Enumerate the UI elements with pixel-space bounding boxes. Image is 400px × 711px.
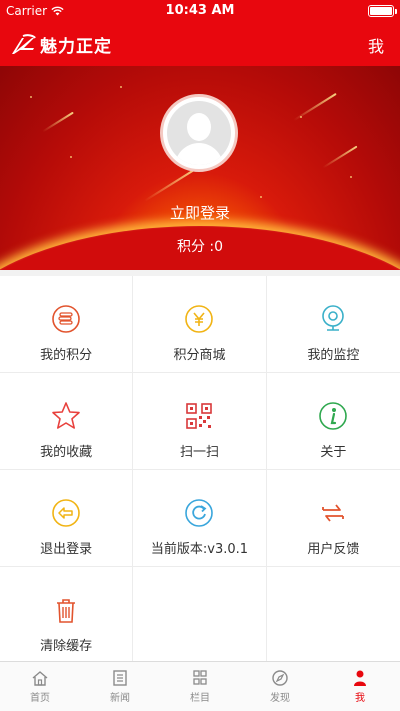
meteor-streak — [144, 168, 196, 202]
menu-row: 清除缓存 — [0, 567, 400, 664]
tab-label: 栏目 — [190, 693, 210, 704]
app-title: 魅力正定 — [40, 37, 112, 57]
exit-arrow-icon — [51, 498, 81, 528]
menu-item-about[interactable]: 关于 — [267, 373, 400, 470]
menu-item-feedback[interactable]: 用户反馈 — [267, 470, 400, 567]
compass-icon — [272, 670, 288, 686]
avatar-head — [187, 113, 211, 141]
swap-arrows-icon — [318, 498, 348, 528]
header-me-label: 我 — [367, 37, 384, 56]
star-icon — [51, 401, 81, 431]
trash-icon — [51, 595, 81, 625]
sparkle — [70, 156, 72, 158]
battery-tip — [395, 9, 397, 14]
webcam-icon — [318, 304, 348, 334]
menu-item-label: 关于 — [320, 445, 347, 460]
avatar-body — [175, 143, 223, 165]
yen-coin-icon — [184, 304, 214, 334]
app-logo: 魅力正定 — [10, 32, 112, 57]
meteor-streak — [293, 92, 337, 122]
clock: 10:43 AM — [165, 3, 235, 18]
menu-item-scan[interactable]: 扫一扫 — [133, 373, 267, 470]
meteor-streak — [322, 145, 358, 169]
menu-row: 我的收藏 扫一扫 关于 — [0, 373, 400, 470]
menu-item-label: 当前版本:v3.0.1 — [150, 542, 249, 557]
tab-label: 我 — [355, 693, 365, 704]
sparkle — [120, 86, 122, 88]
menu-item-label: 清除缓存 — [40, 639, 93, 654]
menu-item-my-points[interactable]: 我的积分 — [0, 276, 134, 373]
logo-icon — [12, 33, 36, 54]
menu-item-label: 积分商城 — [173, 348, 226, 363]
menu-item-label: 退出登录 — [40, 542, 93, 557]
tab-home[interactable]: 首页 — [0, 662, 80, 711]
login-link[interactable]: 立即登录 — [0, 202, 400, 223]
sparkle — [350, 176, 352, 178]
tab-discover[interactable]: 发现 — [240, 662, 320, 711]
menu-item-logout[interactable]: 退出登录 — [0, 470, 134, 567]
news-icon — [113, 670, 127, 686]
menu-item-my-monitor[interactable]: 我的监控 — [267, 276, 400, 373]
home-icon — [32, 671, 48, 686]
menu-row: 退出登录 当前版本:v3.0.1 用户反馈 — [0, 470, 400, 567]
menu-item-label: 用户反馈 — [307, 542, 360, 557]
menu-item-label: 我的收藏 — [40, 445, 93, 460]
sparkle — [260, 196, 262, 198]
tab-news[interactable]: 新闻 — [80, 662, 160, 711]
empty-cell — [133, 567, 267, 664]
meteor-streak — [42, 111, 74, 133]
menu-item-version[interactable]: 当前版本:v3.0.1 — [133, 470, 267, 567]
nav-bar: 魅力正定 我 — [0, 22, 400, 66]
avatar[interactable] — [160, 94, 238, 172]
empty-cell — [267, 567, 400, 664]
menu-item-points-mall[interactable]: 积分商城 — [133, 276, 267, 373]
tab-columns[interactable]: 栏目 — [160, 662, 240, 711]
person-icon — [354, 670, 366, 686]
menu-grid: 我的积分 积分商城 我的监控 我的收藏 扫一扫 关于 退出登录 当前版本:v3.… — [0, 276, 400, 664]
tab-label: 发现 — [270, 693, 290, 704]
menu-item-label: 我的积分 — [40, 348, 93, 363]
avatar-placeholder-icon — [167, 101, 231, 165]
refresh-icon — [184, 498, 214, 528]
qr-code-icon — [184, 401, 214, 431]
tab-label: 首页 — [30, 693, 50, 704]
menu-item-label: 我的监控 — [307, 348, 360, 363]
sparkle — [30, 96, 32, 98]
coins-icon — [51, 304, 81, 334]
menu-item-clear-cache[interactable]: 清除缓存 — [0, 567, 134, 664]
grid-icon — [193, 670, 207, 685]
tab-label: 新闻 — [110, 693, 130, 704]
info-icon — [318, 401, 348, 431]
profile-banner: 立即登录 积分 :0 — [0, 66, 400, 270]
tab-me[interactable]: 我 — [320, 662, 400, 711]
points-label: 积分 :0 — [176, 239, 224, 255]
menu-item-favorites[interactable]: 我的收藏 — [0, 373, 134, 470]
menu-row: 我的积分 积分商城 我的监控 — [0, 276, 400, 373]
status-bar: Carrier 10:43 AM — [0, 0, 400, 22]
bottom-tab-bar: 首页 新闻 栏目 发现 我 — [0, 661, 400, 711]
menu-item-label: 扫一扫 — [179, 445, 219, 460]
battery-icon — [368, 5, 394, 17]
